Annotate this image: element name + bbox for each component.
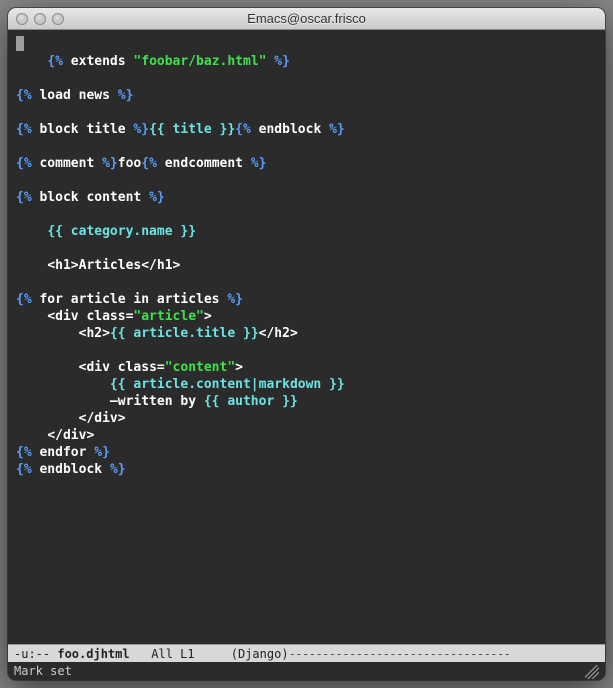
tag-open: {% xyxy=(16,88,32,103)
indent xyxy=(16,326,79,341)
tag-close: %} xyxy=(329,122,345,137)
tag-close: %} xyxy=(102,156,118,171)
indent xyxy=(16,224,47,239)
tag-open: {% xyxy=(16,156,32,171)
tag-close: %} xyxy=(251,156,267,171)
variable: author xyxy=(220,394,283,409)
keyword: endblock xyxy=(32,462,110,477)
tag-open: {% xyxy=(16,122,32,137)
minibuffer[interactable]: Mark set xyxy=(8,662,605,680)
var-close: }} xyxy=(243,326,259,341)
modeline-fill: --------------------------------- xyxy=(289,647,511,661)
var-close: }} xyxy=(180,224,196,239)
modeline-status: -u:-- xyxy=(14,647,57,661)
tag-open: {% xyxy=(16,445,32,460)
html: </div> xyxy=(79,411,126,426)
buffer-name: foo.djhtml xyxy=(57,647,129,661)
string: "foobar/baz.html" xyxy=(133,54,266,69)
tag-close: %} xyxy=(227,292,243,307)
var-close: }} xyxy=(220,122,236,137)
var-close: }} xyxy=(329,377,345,392)
keyword: comment xyxy=(32,156,102,171)
close-icon[interactable] xyxy=(16,13,28,25)
indent xyxy=(16,309,47,324)
variable: article.content|markdown xyxy=(126,377,330,392)
keyword: endfor xyxy=(32,445,95,460)
tag-close: %} xyxy=(266,54,289,69)
var-open: {{ xyxy=(110,326,126,341)
tag-open: {% xyxy=(235,122,251,137)
var-close: }} xyxy=(282,394,298,409)
html: <h1>Articles</h1> xyxy=(47,258,180,273)
tag-close: %} xyxy=(94,445,110,460)
tag-close: %} xyxy=(149,190,165,205)
indent xyxy=(16,258,47,273)
variable: title xyxy=(165,122,220,137)
minibuffer-message: Mark set xyxy=(14,664,72,678)
var-open: {{ xyxy=(47,224,63,239)
keyword: extends xyxy=(63,54,133,69)
indent xyxy=(16,377,110,392)
resize-grip-icon[interactable] xyxy=(585,665,599,679)
var-open: {{ xyxy=(110,377,126,392)
text: —written by xyxy=(110,394,204,409)
html: <div class= xyxy=(79,360,165,375)
indent xyxy=(16,411,79,426)
tag-close: %} xyxy=(118,88,134,103)
tag-open: {% xyxy=(16,462,32,477)
html: <h2> xyxy=(79,326,110,341)
string: "article" xyxy=(133,309,203,324)
keyword: endblock xyxy=(251,122,329,137)
window-title: Emacs@oscar.frisco xyxy=(16,11,597,26)
editor-area[interactable]: {% extends "foobar/baz.html" %} {% load … xyxy=(8,30,605,644)
text: foo xyxy=(118,156,141,171)
tag-open: {% xyxy=(47,54,63,69)
emacs-window: Emacs@oscar.frisco {% extends "foobar/ba… xyxy=(8,8,605,680)
variable: article.title xyxy=(126,326,243,341)
string: "content" xyxy=(165,360,235,375)
html: </div> xyxy=(47,428,94,443)
tag-open: {% xyxy=(16,190,32,205)
variable: category.name xyxy=(63,224,180,239)
keyword: block title xyxy=(32,122,134,137)
html: > xyxy=(204,309,212,324)
minimize-icon[interactable] xyxy=(34,13,46,25)
html: </h2> xyxy=(259,326,298,341)
var-open: {{ xyxy=(149,122,165,137)
indent xyxy=(16,394,110,409)
major-mode: (Django) xyxy=(202,647,289,661)
keyword: for article in articles xyxy=(32,292,228,307)
var-open: {{ xyxy=(204,394,220,409)
zoom-icon[interactable] xyxy=(52,13,64,25)
indent xyxy=(16,428,47,443)
keyword: block content xyxy=(32,190,149,205)
position: All L1 xyxy=(130,647,202,661)
keyword: endcomment xyxy=(157,156,251,171)
traffic-lights xyxy=(16,13,64,25)
titlebar[interactable]: Emacs@oscar.frisco xyxy=(8,8,605,30)
cursor-icon xyxy=(16,36,24,51)
tag-open: {% xyxy=(16,292,32,307)
mode-line[interactable]: -u:-- foo.djhtml All L1 (Django)--------… xyxy=(8,644,605,662)
tag-close: %} xyxy=(133,122,149,137)
indent xyxy=(16,360,79,375)
tag-close: %} xyxy=(110,462,126,477)
tag-open: {% xyxy=(141,156,157,171)
html: <div class= xyxy=(47,309,133,324)
html: > xyxy=(235,360,243,375)
keyword: load news xyxy=(32,88,118,103)
